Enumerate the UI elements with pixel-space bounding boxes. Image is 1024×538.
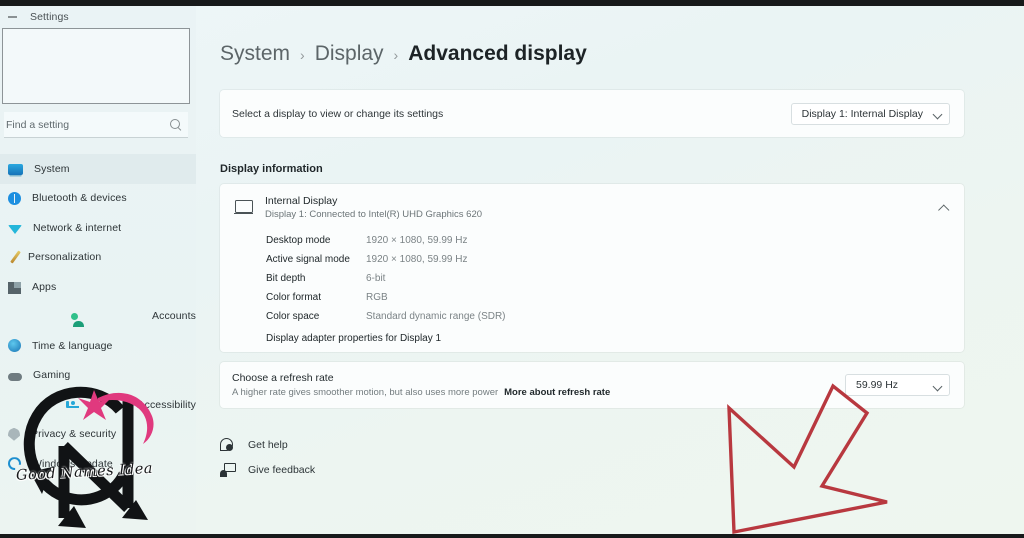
bluetooth-icon [8,191,21,205]
sidebar-item-gaming[interactable]: Gaming [0,361,196,391]
sidebar-item-label: Windows Update [32,457,113,470]
sidebar-item-accessibility[interactable]: Accessibility [0,390,196,420]
wifi-icon [8,224,22,234]
display-adapter-properties-link[interactable]: Display adapter properties for Display 1 [220,333,964,344]
sidebar-item-label: Gaming [33,369,71,382]
section-title-display-information: Display information [220,163,323,175]
spec-row: Bit depth 6-bit [266,269,964,288]
spec-value: RGB [366,292,388,303]
spec-row: Color format RGB [266,288,964,307]
title-bar: Settings [0,6,196,28]
display-selector-dropdown[interactable]: Display 1: Internal Display [790,102,950,125]
refresh-rate-description: A higher rate gives smoother motion, but… [232,387,499,398]
refresh-rate-value: 59.99 Hz [856,379,899,391]
globe-clock-icon [8,339,21,353]
sidebar-nav: System Bluetooth & devices Network & int… [0,154,196,479]
refresh-rate-dropdown[interactable]: 59.99 Hz [845,374,950,396]
sidebar: Settings Find a setting System Bluetooth… [0,6,196,534]
spec-value: 1920 × 1080, 59.99 Hz [366,254,468,265]
spec-value: 6-bit [366,273,386,284]
spec-key: Desktop mode [266,235,331,246]
sidebar-item-time-language[interactable]: Time & language [0,331,196,361]
sidebar-item-label: Network & internet [33,221,122,234]
give-feedback-label: Give feedback [248,463,316,476]
sidebar-item-system[interactable]: System [0,154,196,184]
display-spec-list: Desktop mode 1920 × 1080, 59.99 Hz Activ… [220,231,964,326]
sidebar-item-label: System [34,162,70,175]
sidebar-item-network-internet[interactable]: Network & internet [0,213,196,243]
search-placeholder: Find a setting [6,118,70,131]
paintbrush-icon [10,250,21,264]
shield-icon [8,427,20,441]
sidebar-item-privacy-security[interactable]: Privacy & security [0,420,196,450]
letterbox-bottom [0,534,1024,538]
spec-row: Color space Standard dynamic range (SDR) [266,307,964,326]
refresh-rate-subtitle-row: A higher rate gives smoother motion, but… [232,387,845,398]
footer-links: Get help Give feedback [220,432,315,482]
sidebar-item-label: Accounts [152,310,196,323]
refresh-rate-text: Choose a refresh rate A higher rate give… [232,372,845,398]
spec-key: Color format [266,292,322,303]
spec-row: Desktop mode 1920 × 1080, 59.99 Hz [266,231,964,250]
display-selector-label: Select a display to view or change its s… [232,107,444,120]
display-device-info: Internal Display Display 1: Connected to… [265,195,927,220]
breadcrumb-item-display[interactable]: Display [315,42,384,66]
display-device-connection: Display 1: Connected to Intel(R) UHD Gra… [265,209,483,220]
display-monitor-icon [8,164,23,176]
display-information-header[interactable]: Internal Display Display 1: Connected to… [220,184,964,231]
breadcrumb-item-system[interactable]: System [220,42,290,66]
spec-key: Color space [266,311,320,322]
chevron-right-icon: › [300,47,305,63]
spec-value: 1920 × 1080, 59.99 Hz [366,235,468,246]
monitor-icon [234,200,253,215]
sidebar-item-apps[interactable]: Apps [0,272,196,302]
letterbox-top [0,0,1024,6]
sidebar-item-personalization[interactable]: Personalization [0,243,196,273]
give-feedback-link[interactable]: Give feedback [220,457,315,482]
chevron-right-icon: › [393,47,399,63]
settings-window: Settings Find a setting System Bluetooth… [0,6,1024,534]
main-content: System › Display › Advanced display Sele… [196,6,1024,534]
display-selector-card: Select a display to view or change its s… [220,90,964,137]
spec-row: Active signal mode 1920 × 1080, 59.99 Hz [266,250,964,269]
search-input[interactable]: Find a setting [4,112,188,138]
help-question-icon [220,437,234,452]
apps-grid-icon [8,281,21,294]
display-selector-value: Display 1: Internal Display [801,107,923,120]
sidebar-item-label: Accessibility [137,398,196,411]
spec-key: Active signal mode [266,254,350,265]
update-refresh-icon [8,457,21,471]
get-help-link[interactable]: Get help [220,432,315,457]
refresh-rate-card: Choose a refresh rate A higher rate give… [220,362,964,408]
page-title: Advanced display [408,42,587,65]
sidebar-item-label: Bluetooth & devices [32,192,127,205]
breadcrumb: System › Display › Advanced display [220,42,587,66]
get-help-label: Get help [248,438,288,451]
chevron-down-icon [933,381,941,389]
search-container: Find a setting [0,104,196,138]
refresh-rate-title: Choose a refresh rate [232,372,334,384]
sidebar-item-label: Privacy & security [31,428,117,441]
sidebar-item-label: Time & language [32,339,113,352]
spec-key: Bit depth [266,273,306,284]
sidebar-item-windows-update[interactable]: Windows Update [0,449,196,479]
window-title: Settings [30,11,69,23]
more-about-refresh-rate-link[interactable]: More about refresh rate [504,387,610,398]
sidebar-item-bluetooth-devices[interactable]: Bluetooth & devices [0,184,196,214]
chevron-up-icon[interactable] [939,203,948,212]
feedback-person-icon [220,462,236,477]
sidebar-item-label: Personalization [28,251,102,264]
gamepad-icon [8,373,22,382]
sidebar-item-accounts[interactable]: Accounts [0,302,196,332]
search-icon[interactable] [169,118,182,131]
sidebar-item-label: Apps [32,280,57,293]
chevron-down-icon [933,110,941,118]
accessibility-icon [65,401,77,409]
account-card[interactable] [2,28,190,104]
back-arrow-icon[interactable] [4,9,20,25]
display-information-card: Internal Display Display 1: Connected to… [220,184,964,352]
person-icon [71,312,84,327]
display-device-name: Internal Display [265,195,338,207]
spec-value: Standard dynamic range (SDR) [366,311,506,322]
